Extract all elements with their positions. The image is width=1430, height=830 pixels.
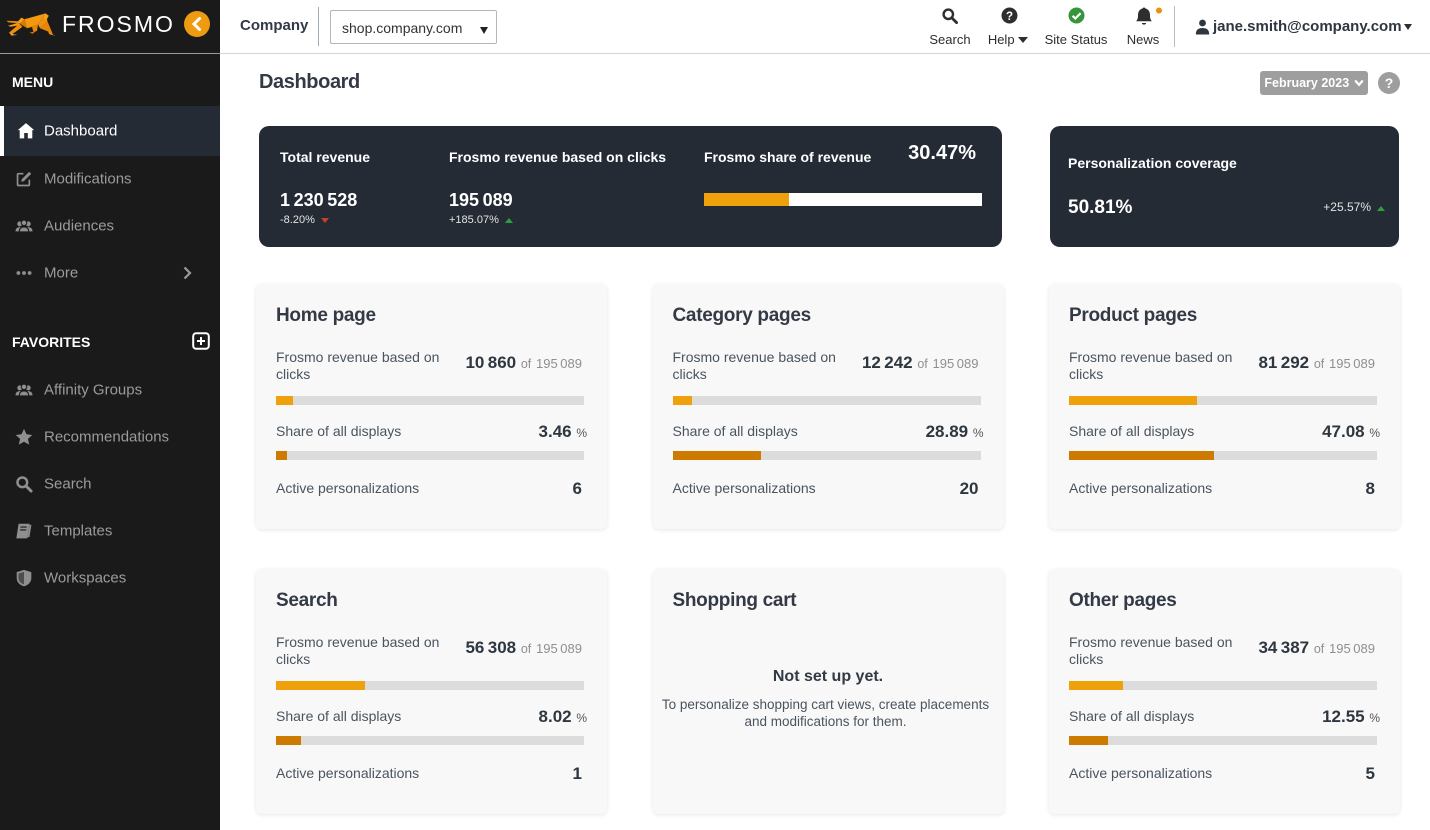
svg-text:?: ? bbox=[1006, 11, 1013, 23]
